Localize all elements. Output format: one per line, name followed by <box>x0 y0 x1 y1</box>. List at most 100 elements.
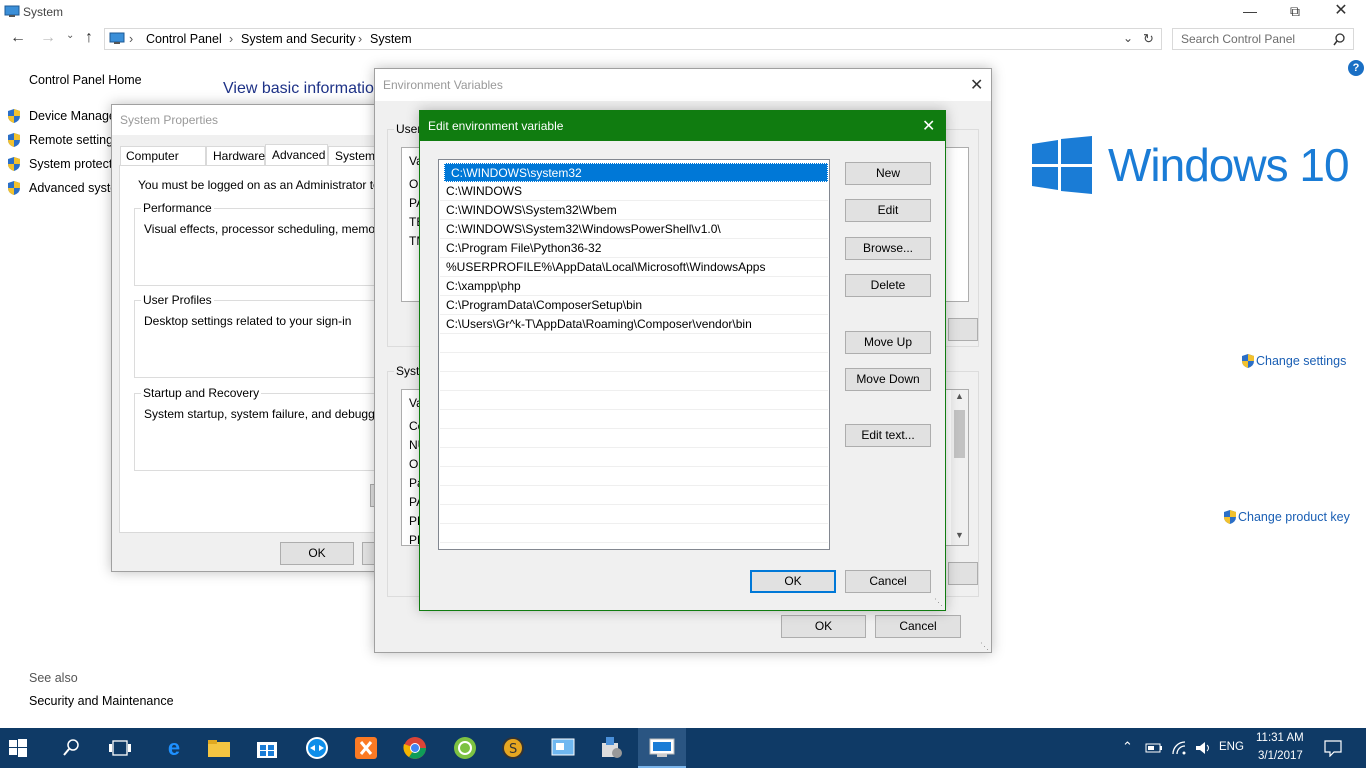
uac-shield-icon <box>8 109 20 123</box>
see-also-heading: See also <box>29 671 78 685</box>
control-panel-app-icon[interactable] <box>550 736 582 764</box>
empty-row <box>440 505 828 524</box>
path-entries-list[interactable]: C:\WINDOWS\system32 C:\WINDOWS C:\WINDOW… <box>438 159 830 550</box>
sidebar-item-system-protection[interactable]: System protection <box>6 156 112 172</box>
start-windows-icon[interactable] <box>8 738 40 766</box>
task-view-icon[interactable] <box>108 739 140 767</box>
list-item[interactable]: C:\WINDOWS\System32\Wbem <box>440 201 828 220</box>
uac-shield-icon <box>8 157 20 171</box>
scrollbar-thumb[interactable] <box>954 410 965 458</box>
env-close-icon[interactable]: ✕ <box>970 75 983 95</box>
startup-recovery-group: Startup and Recovery System startup, sys… <box>134 386 454 471</box>
file-explorer-icon[interactable] <box>206 737 238 765</box>
scroll-down-icon[interactable]: ▼ <box>955 530 964 540</box>
delete-button[interactable]: Delete <box>845 274 931 297</box>
env-ok-button[interactable]: OK <box>781 615 866 638</box>
sidebar-item-remote-settings[interactable]: Remote settings <box>6 132 112 148</box>
list-item[interactable]: C:\WINDOWS\system32 <box>444 163 828 182</box>
back-icon[interactable]: ← <box>10 29 26 47</box>
empty-row <box>440 391 828 410</box>
breadcrumb-control-panel[interactable]: Control Panel <box>146 32 222 46</box>
list-item[interactable]: C:\WINDOWS <box>440 182 828 201</box>
page-title: View basic information about your comput… <box>223 80 383 97</box>
sidebar-item-advanced-settings[interactable]: Advanced system settings <box>6 180 112 196</box>
edit-ok-button[interactable]: OK <box>750 570 836 593</box>
search-icon[interactable] <box>62 738 94 766</box>
system-window-task-active[interactable] <box>638 728 686 768</box>
up-icon[interactable]: ↑ <box>85 29 93 47</box>
empty-row <box>440 410 828 429</box>
new-button[interactable]: New <box>845 162 931 185</box>
action-center-icon[interactable] <box>1324 739 1342 757</box>
system-app-icon <box>649 738 675 757</box>
breadcrumb-system[interactable]: System <box>370 32 412 46</box>
list-item[interactable]: C:\xampp\php <box>440 277 828 296</box>
uac-shield-icon <box>1224 510 1236 524</box>
list-item[interactable]: %USERPROFILE%\AppData\Local\Microsoft\Wi… <box>440 258 828 277</box>
system-delete-button[interactable] <box>948 562 978 585</box>
greenshot-icon[interactable] <box>452 735 484 763</box>
tab-hardware[interactable]: Hardware <box>206 146 265 166</box>
volume-icon[interactable] <box>1195 740 1213 756</box>
browse-button[interactable]: Browse... <box>845 237 931 260</box>
clock-date[interactable]: 3/1/2017 <box>1258 750 1303 762</box>
restore-button[interactable]: ⧉ <box>1272 0 1318 24</box>
address-bar[interactable]: › Control Panel › System and Security › … <box>104 28 1162 50</box>
control-panel-icon <box>109 32 125 44</box>
show-hidden-icons-chevron[interactable]: ⌃ <box>1122 739 1133 755</box>
edge-icon[interactable]: e <box>158 734 190 762</box>
resize-grip-icon[interactable]: ⋱ <box>980 641 989 652</box>
system-list-scrollbar[interactable]: ▲ ▼ <box>951 390 968 545</box>
minimize-button[interactable]: — <box>1227 0 1273 24</box>
refresh-icon[interactable]: ↻ <box>1143 31 1154 47</box>
sublime-icon[interactable]: S <box>500 735 532 763</box>
edit-button[interactable]: Edit <box>845 199 931 222</box>
forward-icon[interactable]: → <box>40 29 56 47</box>
empty-row <box>440 486 828 505</box>
list-item[interactable]: C:\WINDOWS\System32\WindowsPowerShell\v1… <box>440 220 828 239</box>
teamviewer-icon[interactable] <box>304 736 336 764</box>
user-delete-button[interactable] <box>948 318 978 341</box>
list-item[interactable]: C:\ProgramData\ComposerSetup\bin <box>440 296 828 315</box>
security-maintenance-link[interactable]: Security and Maintenance <box>29 694 174 708</box>
battery-icon[interactable] <box>1145 741 1163 755</box>
move-up-button[interactable]: Move Up <box>845 331 931 354</box>
window-title: System <box>23 5 64 19</box>
tab-advanced[interactable]: Advanced <box>265 144 328 166</box>
device-manager-app-icon[interactable] <box>598 735 630 763</box>
close-button[interactable]: ✕ <box>1318 0 1364 24</box>
help-icon[interactable]: ? <box>1348 60 1364 76</box>
tab-computer-name[interactable]: Computer Name <box>120 146 206 166</box>
system-properties-ok-button[interactable]: OK <box>280 542 354 565</box>
list-item[interactable]: C:\Program File\Python36-32 <box>440 239 828 258</box>
store-icon[interactable] <box>254 736 286 764</box>
move-down-button[interactable]: Move Down <box>845 368 931 391</box>
empty-row <box>440 448 828 467</box>
env-cancel-button[interactable]: Cancel <box>875 615 961 638</box>
env-vars-title: Environment Variables <box>375 69 991 101</box>
edit-cancel-button[interactable]: Cancel <box>845 570 931 593</box>
wifi-icon[interactable] <box>1171 740 1187 756</box>
search-input[interactable]: Search Control Panel <box>1172 28 1354 50</box>
input-language[interactable]: ENG <box>1219 741 1244 753</box>
breadcrumb-system-security[interactable]: System and Security <box>241 32 356 46</box>
empty-row <box>440 372 828 391</box>
sidebar-item-device-manager[interactable]: Device Manager <box>6 108 112 124</box>
address-dropdown-icon[interactable]: ⌄ <box>1123 31 1133 45</box>
xampp-icon[interactable] <box>353 736 385 764</box>
recent-chevron-icon[interactable]: ⌄ <box>66 30 74 41</box>
windows-logo-icon <box>1032 136 1092 194</box>
resize-grip-icon[interactable]: ⋱ <box>934 597 943 608</box>
edit-env-variable-dialog: Edit environment variable ✕ C:\WINDOWS\s… <box>419 110 946 611</box>
edit-close-icon[interactable]: ✕ <box>922 116 935 136</box>
chrome-icon[interactable] <box>402 735 434 763</box>
address-toolbar: ← → ⌄ ↑ › Control Panel › System and Sec… <box>0 26 1366 54</box>
control-panel-home-link[interactable]: Control Panel Home <box>29 73 142 87</box>
scroll-up-icon[interactable]: ▲ <box>955 391 964 401</box>
clock-time[interactable]: 11:31 AM <box>1256 732 1304 744</box>
system-properties-tabs: Computer Name Hardware Advanced System P… <box>120 144 390 166</box>
list-item[interactable]: C:\Users\Gr^k-T\AppData\Roaming\Composer… <box>440 315 828 334</box>
edit-text-button[interactable]: Edit text... <box>845 424 931 447</box>
empty-row <box>440 429 828 448</box>
empty-row <box>440 334 828 353</box>
